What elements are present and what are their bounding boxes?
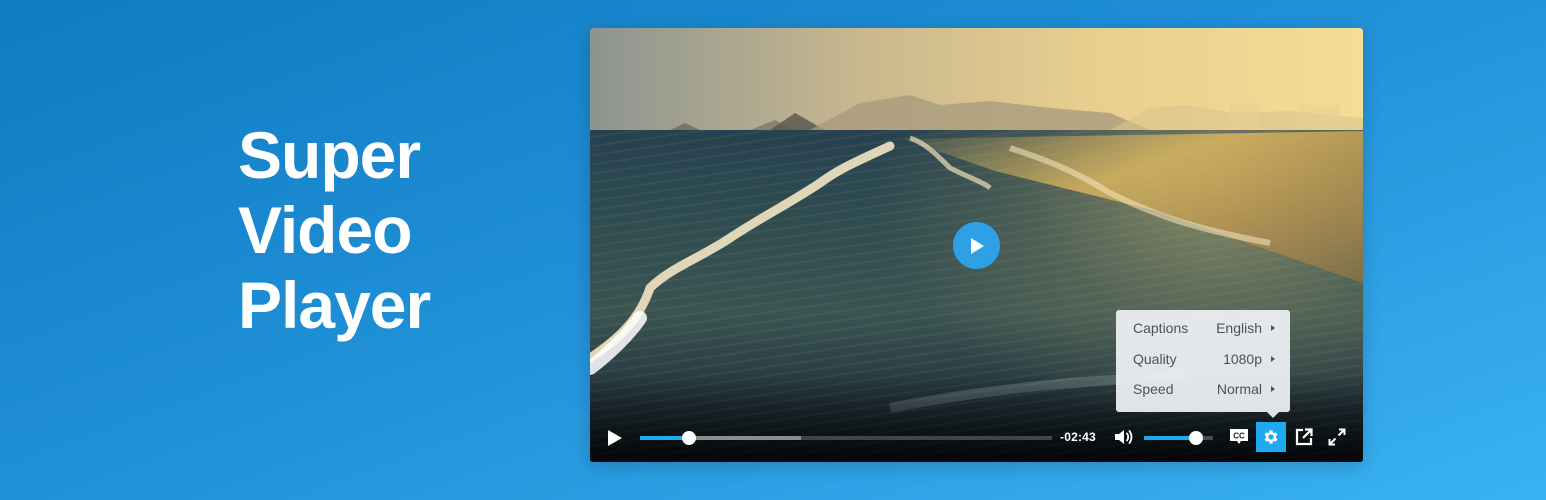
volume-level	[1144, 436, 1196, 440]
menu-item-label: Captions	[1133, 320, 1189, 336]
mute-button[interactable]	[1114, 428, 1134, 446]
play-icon	[970, 237, 984, 254]
menu-item-value: English	[1216, 320, 1262, 336]
menu-item-captions[interactable]: Captions English	[1116, 313, 1290, 343]
time-remaining: -02:43	[1060, 430, 1096, 444]
popout-button[interactable]	[1289, 422, 1319, 452]
captions-button[interactable]: CC	[1224, 422, 1254, 452]
progress-handle[interactable]	[682, 431, 697, 445]
chevron-right-icon	[1271, 356, 1275, 362]
headline: Super Video Player	[238, 118, 431, 343]
fullscreen-button[interactable]	[1322, 422, 1352, 452]
headline-line-2: Video	[238, 193, 413, 267]
settings-menu: Captions English Quality 1080p Speed Nor…	[1116, 310, 1290, 418]
play-button[interactable]	[606, 428, 624, 448]
svg-text:CC: CC	[1233, 432, 1245, 441]
chevron-right-icon	[1271, 386, 1275, 392]
headline-line-1: Super	[238, 118, 421, 192]
play-icon	[608, 430, 622, 446]
menu-item-value: Normal	[1216, 381, 1262, 397]
menu-item-value: 1080p	[1223, 351, 1262, 367]
volume-slider[interactable]	[1144, 431, 1213, 445]
cc-icon: CC	[1230, 429, 1248, 444]
center-play-button[interactable]	[953, 222, 1000, 269]
video-player[interactable]: Captions English Quality 1080p Speed Nor…	[590, 28, 1363, 462]
menu-item-label: Speed	[1133, 381, 1174, 397]
volume-icon	[1115, 430, 1133, 444]
control-bar: -02:43 CC	[590, 414, 1363, 462]
menu-item-speed[interactable]: Speed Normal	[1116, 374, 1290, 404]
progress-bar[interactable]	[640, 431, 1052, 445]
gear-icon	[1264, 430, 1278, 444]
menu-item-quality[interactable]: Quality 1080p	[1116, 344, 1290, 374]
settings-button[interactable]	[1256, 422, 1286, 452]
volume-handle[interactable]	[1188, 431, 1203, 445]
expand-icon	[1328, 428, 1346, 446]
external-link-icon	[1295, 428, 1313, 446]
headline-line-3: Player	[238, 268, 431, 342]
chevron-right-icon	[1271, 325, 1275, 331]
menu-item-label: Quality	[1133, 351, 1177, 367]
